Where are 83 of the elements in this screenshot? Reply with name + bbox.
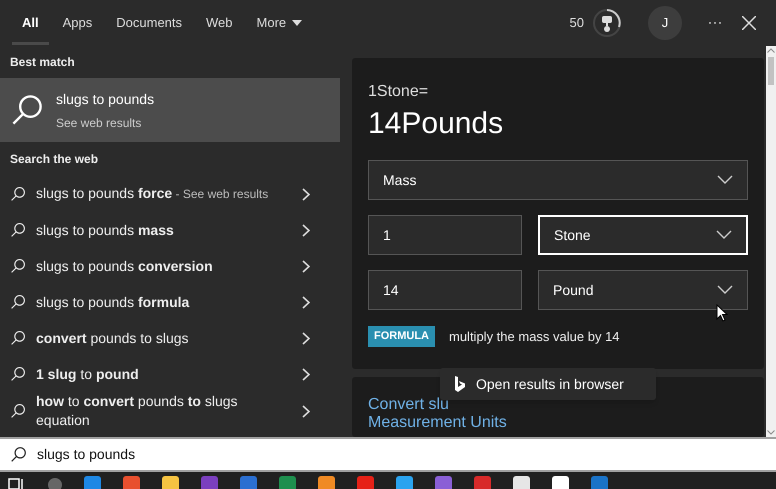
search-icon	[10, 222, 26, 238]
bing-logo-icon	[454, 375, 466, 393]
web-suggestion[interactable]: slugs to pounds mass	[0, 212, 340, 248]
best-match-item[interactable]: slugs to pounds See web results	[0, 78, 340, 142]
chevron-right-icon	[302, 404, 310, 418]
app-icon[interactable]	[123, 476, 140, 489]
search-icon	[10, 294, 26, 310]
search-icon	[10, 446, 27, 463]
task-view-icon[interactable]	[8, 476, 26, 489]
tooltip[interactable]: Open results in browser	[440, 368, 656, 400]
suggestion-text: slugs to pounds force - See web results	[36, 184, 270, 203]
formula-text: multiply the mass value by 14	[449, 328, 620, 346]
chevron-down-icon	[717, 175, 733, 185]
chevron-right-icon	[302, 224, 310, 236]
trophy-icon[interactable]	[592, 8, 622, 38]
app-icon[interactable]	[552, 476, 569, 489]
app-icon[interactable]	[240, 476, 257, 489]
search-icon	[10, 403, 26, 419]
chevron-right-icon	[302, 188, 310, 200]
suggestion-text: how to convert pounds to slugs equation	[36, 392, 239, 430]
cortana-icon[interactable]	[48, 478, 62, 489]
web-suggestion[interactable]: slugs to pounds force - See web results	[0, 176, 340, 212]
formula-badge: FORMULA	[368, 326, 435, 346]
chevron-right-icon	[302, 368, 310, 380]
web-suggestion[interactable]: slugs to pounds formula	[0, 284, 340, 320]
app-icon[interactable]	[201, 476, 218, 489]
app-icon[interactable]	[84, 476, 101, 489]
app-icon[interactable]	[435, 476, 452, 489]
app-icon[interactable]	[162, 476, 179, 489]
search-icon	[10, 366, 26, 382]
result-title[interactable]: Measurement Units	[368, 414, 748, 432]
section-heading: Search the web	[9, 151, 100, 168]
search-icon	[10, 330, 26, 346]
scroll-up-icon[interactable]	[767, 48, 775, 53]
result-text: 14Pounds	[368, 106, 504, 142]
mouse-pointer-icon	[716, 304, 728, 322]
app-icon[interactable]	[357, 476, 374, 489]
suggestion-text: convert pounds to slugs	[36, 328, 190, 348]
search-icon	[10, 258, 26, 274]
filter-tab[interactable]: All	[10, 0, 51, 46]
section-heading: Best match	[9, 54, 76, 71]
scroll-down-icon[interactable]	[767, 430, 775, 435]
unit-select[interactable]: Pound	[538, 270, 748, 310]
filter-tab[interactable]: Documents	[104, 0, 194, 46]
app-icon[interactable]	[279, 476, 296, 489]
more-options-button[interactable]: ···	[700, 8, 730, 38]
chevron-right-icon	[302, 260, 310, 272]
app-icon[interactable]	[513, 476, 530, 489]
web-suggestion[interactable]: convert pounds to slugs	[0, 320, 340, 356]
web-suggestion[interactable]: 1 slug to pound	[0, 356, 340, 392]
web-suggestion[interactable]: slugs to pounds conversion	[0, 248, 340, 284]
scrollbar-thumb[interactable]	[768, 57, 774, 85]
tooltip-text: Open results in browser	[476, 374, 624, 394]
unit-select[interactable]: Stone	[538, 215, 748, 255]
search-icon	[10, 93, 44, 127]
best-match-title: slugs to pounds	[56, 90, 154, 109]
app-icon[interactable]	[591, 476, 608, 489]
filter-tab[interactable]: Web	[194, 0, 245, 46]
app-icon[interactable]	[474, 476, 491, 489]
points-count: 50	[570, 14, 584, 32]
search-box[interactable]: slugs to pounds	[0, 437, 776, 472]
filter-tab[interactable]: More	[244, 0, 314, 46]
search-icon	[10, 186, 26, 202]
value-field[interactable]: 1	[368, 215, 522, 255]
app-icon[interactable]	[396, 476, 413, 489]
suggestion-text: 1 slug to pound	[36, 364, 140, 384]
value-field[interactable]: 14	[368, 270, 522, 310]
suggestion-text: slugs to pounds formula	[36, 292, 190, 312]
best-match-subtitle: See web results	[56, 114, 142, 132]
chevron-down-icon	[716, 230, 732, 240]
category-select[interactable]: Mass	[368, 160, 748, 200]
chevron-down-icon	[717, 285, 733, 295]
avatar[interactable]: J	[648, 6, 682, 40]
suggestion-text: slugs to pounds mass	[36, 220, 175, 240]
app-icon[interactable]	[318, 476, 335, 489]
scrollbar[interactable]	[766, 46, 776, 437]
web-suggestion[interactable]: how to convert pounds to slugs equation	[0, 392, 340, 430]
suggestion-text: slugs to pounds conversion	[36, 256, 214, 276]
equation-text: 1Stone=	[368, 82, 430, 102]
close-icon[interactable]	[742, 16, 756, 30]
chevron-right-icon	[302, 332, 310, 344]
chevron-right-icon	[302, 296, 310, 308]
filter-tab[interactable]: Apps	[50, 0, 104, 46]
